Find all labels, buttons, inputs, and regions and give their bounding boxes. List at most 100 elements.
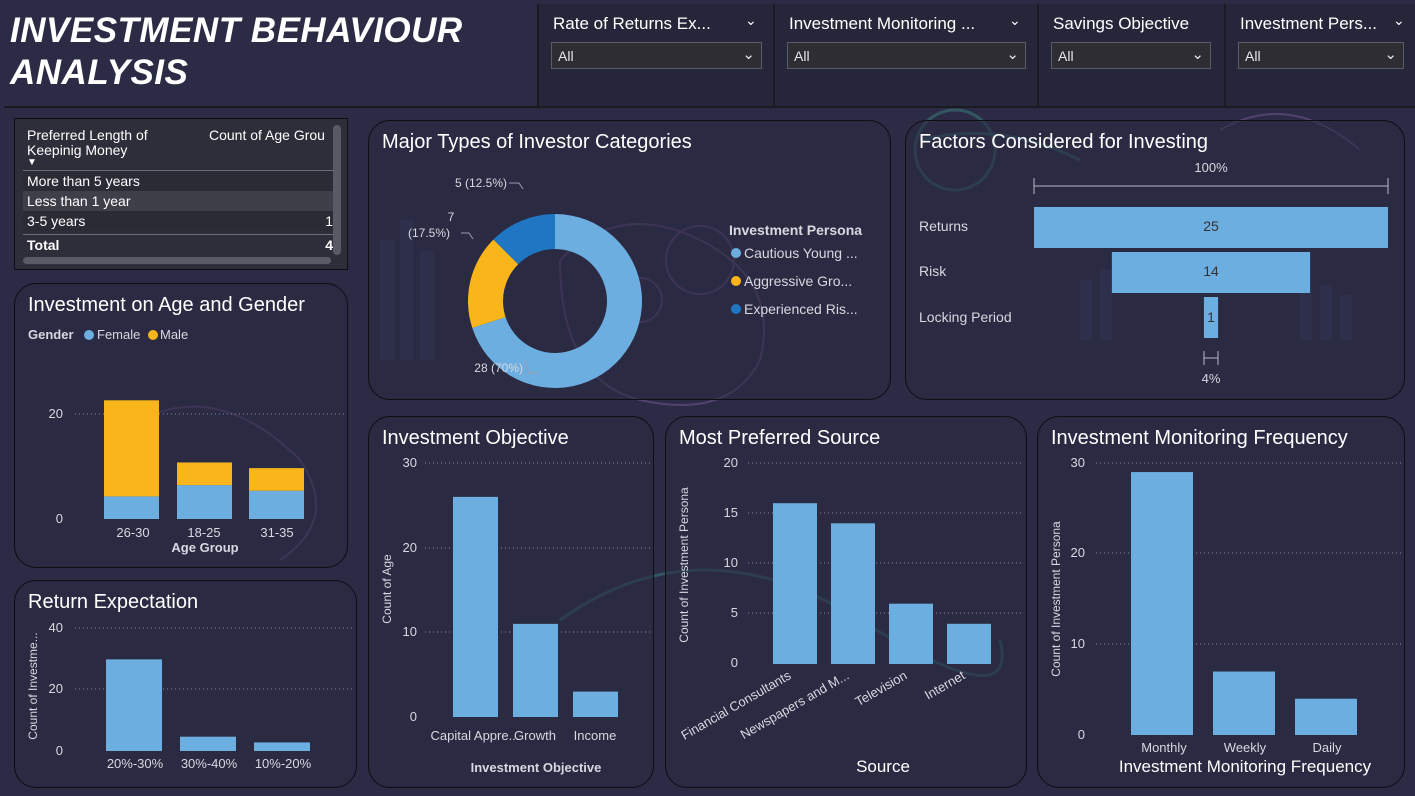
chevron-down-icon: ⌄ xyxy=(742,46,755,63)
slicer-value: All xyxy=(1058,48,1074,64)
legend-male[interactable]: Male xyxy=(160,327,188,342)
preferred-source-chart[interactable]: Count of Investment Persona 20 15 10 5 0… xyxy=(666,417,1028,789)
preferred-source-card[interactable]: Most Preferred Source Count of Investmen… xyxy=(665,416,1027,788)
bar[interactable] xyxy=(1295,698,1357,735)
table-row[interactable]: 3-5 years 1 xyxy=(23,211,335,231)
total-value: 4 xyxy=(325,237,333,253)
slicer-dropdown[interactable]: All ⌄ xyxy=(551,42,762,69)
factors-funnel-chart[interactable]: 100% Returns Risk Locking Period 25 14 1… xyxy=(906,121,1406,401)
x-tick: 20%-30% xyxy=(107,756,164,771)
table-vertical-scrollbar[interactable] xyxy=(333,125,341,255)
chevron-down-icon: ⌄ xyxy=(1191,46,1204,63)
bar[interactable] xyxy=(831,523,875,664)
slicer-monitoring[interactable]: Investment Monitoring ... ⌄ All ⌄ xyxy=(773,4,1037,106)
investor-categories-chart[interactable]: 28 (70%) 7 (17.5%) 5 (12.5%) Investment … xyxy=(369,121,892,401)
x-axis-label: Age Group xyxy=(171,540,238,555)
bar[interactable] xyxy=(106,659,162,751)
x-tick: Daily xyxy=(1313,740,1342,755)
bar-segment-female[interactable] xyxy=(177,485,232,519)
y-tick: 20 xyxy=(724,455,738,470)
data-label: 5 (12.5%) xyxy=(455,176,507,190)
y-tick: 20 xyxy=(1071,545,1085,560)
legend-female[interactable]: Female xyxy=(97,327,140,342)
funnel-category: Returns xyxy=(919,218,968,234)
label-leader xyxy=(461,232,474,240)
x-axis-label: Investment Objective xyxy=(471,760,602,775)
x-tick: Television xyxy=(853,668,910,710)
y-tick: 30 xyxy=(403,455,417,470)
table-row[interactable]: More than 5 years xyxy=(23,171,335,191)
keeping-money-table[interactable]: Preferred Length of Keepinig Money Count… xyxy=(14,118,348,270)
legend-item[interactable]: Cautious Young ... xyxy=(744,245,858,261)
bar-segment-male[interactable] xyxy=(104,400,159,497)
return-expectation-chart[interactable]: Count of Investme... 40 20 0 20%-30% 30%… xyxy=(15,581,358,789)
table-header-length[interactable]: Preferred Length of Keepinig Money xyxy=(27,128,177,158)
slicer-dropdown[interactable]: All ⌄ xyxy=(787,42,1026,69)
x-tick: Growth xyxy=(514,728,556,743)
bar[interactable] xyxy=(947,623,991,664)
slicer-rate-of-returns[interactable]: Rate of Returns Ex... ⌄ All ⌄ xyxy=(537,4,773,106)
slicer-savings-objective[interactable]: Savings Objective All ⌄ xyxy=(1037,4,1224,106)
bar[interactable] xyxy=(180,736,236,751)
bar[interactable] xyxy=(773,503,817,664)
bar-segment-female[interactable] xyxy=(249,490,304,519)
slicer-title: Rate of Returns Ex... xyxy=(553,14,711,33)
slicer-investment-persona[interactable]: Investment Pers... ⌄ All ⌄ xyxy=(1224,4,1415,106)
label-leader xyxy=(509,182,524,190)
y-tick: 15 xyxy=(724,505,738,520)
age-gender-chart[interactable]: Gender Female Male 20 0 26-30 18-25 31-3… xyxy=(15,284,349,569)
data-label: 7 xyxy=(448,210,455,224)
legend-item[interactable]: Experienced Ris... xyxy=(744,301,858,317)
funnel-top-percent: 100% xyxy=(1194,160,1228,175)
monitoring-frequency-chart[interactable]: Count of Investment Persona 30 20 10 0 M… xyxy=(1038,417,1406,789)
chevron-down-icon: ⌄ xyxy=(1384,46,1397,63)
bar[interactable] xyxy=(513,623,558,717)
x-tick: Capital Appre... xyxy=(431,728,520,743)
y-tick: 0 xyxy=(410,709,417,724)
slicer-dropdown[interactable]: All ⌄ xyxy=(1051,42,1211,69)
x-tick: 18-25 xyxy=(187,525,220,540)
bar[interactable] xyxy=(889,603,933,664)
factors-funnel-card[interactable]: Factors Considered for Investing 100% Re… xyxy=(905,120,1405,400)
table-horizontal-scrollbar[interactable] xyxy=(23,257,331,264)
investment-objective-chart[interactable]: Count of Age 30 20 10 0 Capital Appre...… xyxy=(369,417,655,789)
slicer-title: Investment Pers... xyxy=(1240,14,1377,33)
chevron-down-icon[interactable]: ⌄ xyxy=(745,12,757,29)
y-tick: 0 xyxy=(56,511,63,526)
chevron-down-icon[interactable]: ⌄ xyxy=(1393,12,1405,29)
bar[interactable] xyxy=(453,496,498,717)
x-tick: Weekly xyxy=(1224,740,1267,755)
slicer-value: All xyxy=(558,48,574,64)
bar-segment-female[interactable] xyxy=(104,496,159,519)
monitoring-frequency-card[interactable]: Investment Monitoring Frequency Count of… xyxy=(1037,416,1405,788)
row-label: Less than 1 year xyxy=(27,193,131,209)
bar[interactable] xyxy=(573,691,618,717)
y-tick: 10 xyxy=(724,555,738,570)
y-axis-label: Count of Investment Persona xyxy=(1049,521,1063,677)
data-label: (17.5%) xyxy=(408,226,450,240)
sort-descending-icon[interactable]: ▼ xyxy=(27,157,37,168)
bar-segment-male[interactable] xyxy=(177,462,232,486)
bar-segment-male[interactable] xyxy=(249,468,304,491)
x-tick: Financial Consultants xyxy=(678,667,794,742)
y-tick: 0 xyxy=(56,743,63,758)
x-axis-label: Investment Monitoring Frequency xyxy=(1119,757,1372,776)
bar[interactable] xyxy=(254,742,310,751)
legend-item[interactable]: Aggressive Gro... xyxy=(744,273,852,289)
y-axis-label: Count of Investme... xyxy=(26,632,40,739)
funnel-bottom-percent: 4% xyxy=(1202,371,1221,386)
bar[interactable] xyxy=(1213,671,1275,735)
return-expectation-card[interactable]: Return Expectation Count of Investme... … xyxy=(14,580,357,788)
table-row[interactable]: Less than 1 year xyxy=(23,191,335,211)
y-tick: 20 xyxy=(403,540,417,555)
age-gender-card[interactable]: Investment on Age and Gender Gender Fema… xyxy=(14,283,348,568)
table-header-count[interactable]: Count of Age Grou xyxy=(209,128,333,143)
header-divider xyxy=(4,106,1415,108)
slicer-dropdown[interactable]: All ⌄ xyxy=(1238,42,1404,69)
chevron-down-icon[interactable]: ⌄ xyxy=(1009,12,1021,29)
row-label: More than 5 years xyxy=(27,173,140,189)
y-tick: 40 xyxy=(49,620,63,635)
investment-objective-card[interactable]: Investment Objective Count of Age 30 20 … xyxy=(368,416,654,788)
investor-categories-card[interactable]: Major Types of Investor Categories 28 (7… xyxy=(368,120,891,400)
bar[interactable] xyxy=(1131,472,1193,735)
